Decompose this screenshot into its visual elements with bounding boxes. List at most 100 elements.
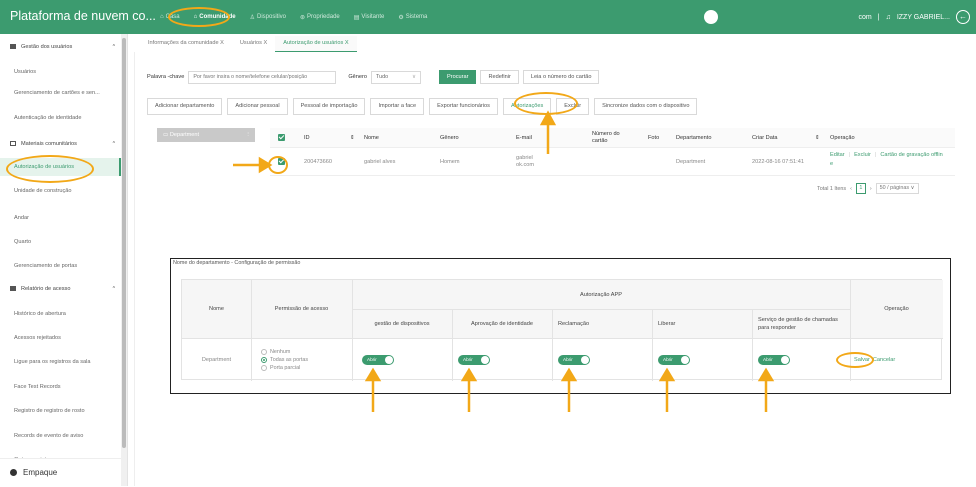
- sort-icon[interactable]: ⇕: [350, 128, 355, 147]
- sidebar-item-doors[interactable]: Gerenciamento de portas: [0, 257, 121, 275]
- toggle-calls[interactable]: Abrir: [758, 354, 790, 365]
- sidebar-item-cards[interactable]: Gerenciamento de cartões e sen...: [0, 84, 121, 102]
- chevron-up-icon: ^: [112, 141, 115, 147]
- col-photo: Foto: [648, 134, 660, 141]
- total-count: Total 1 Itens: [817, 185, 847, 192]
- sidebar-item-room[interactable]: Quarto: [0, 233, 121, 251]
- nav-casa[interactable]: ⌂ Casa: [160, 14, 180, 20]
- page-tabs: Informações da comunidade X Usuários X A…: [140, 36, 357, 52]
- tab-community-info[interactable]: Informações da comunidade X: [140, 36, 232, 52]
- offline-card-link[interactable]: Cartão de gravação offlin: [880, 152, 942, 158]
- page-number[interactable]: 1: [855, 183, 866, 194]
- nav-visitante[interactable]: ▤ Visitante: [354, 14, 385, 21]
- save-button[interactable]: Salvar: [854, 357, 870, 363]
- logout-icon[interactable]: ←: [956, 10, 970, 24]
- edit-link[interactable]: Editar: [830, 152, 845, 158]
- col-created[interactable]: Criar Data: [752, 128, 778, 147]
- row-checkbox[interactable]: [278, 148, 285, 175]
- tab-users[interactable]: Usuários X: [232, 36, 275, 52]
- device-icon: ♙: [249, 14, 255, 21]
- cell-email: gabriel ok.com: [516, 154, 535, 168]
- select-all-checkbox[interactable]: [278, 128, 285, 147]
- more-icon[interactable]: ⋮: [245, 128, 251, 142]
- export-staff-button[interactable]: Exportar funcionários: [429, 98, 498, 115]
- sort-icon[interactable]: ⇕: [815, 128, 820, 147]
- permission-table: Nome Permissão de acesso Autorização APP…: [181, 279, 943, 381]
- bell-icon[interactable]: ♫: [886, 14, 891, 21]
- main-nav: ⌂ Casa ⌂ Comunidade ♙ Dispositivo ⊛ Propried…: [160, 0, 427, 34]
- toggle-devices[interactable]: Abrir: [362, 354, 394, 365]
- cancel-button[interactable]: Cancelar: [873, 357, 895, 363]
- delete-link[interactable]: Excluir: [854, 152, 871, 158]
- toggle-identity[interactable]: Abrir: [458, 354, 490, 365]
- sidebar-item-user-authorization[interactable]: Autorização de usuários: [0, 158, 121, 176]
- avatar-icon[interactable]: [704, 10, 718, 24]
- radio-all-doors[interactable]: Todas as portas: [261, 356, 308, 363]
- sync-device-button[interactable]: Sincronize dados com o dispositivo: [594, 98, 698, 115]
- next-page-icon[interactable]: ›: [870, 186, 872, 192]
- sidebar-item-warning-events[interactable]: Records de evento de aviso: [0, 427, 121, 445]
- read-card-button[interactable]: Leia o número do cartão: [522, 70, 600, 84]
- close-icon[interactable]: X: [220, 40, 224, 46]
- import-staff-button[interactable]: Pessoal de importação: [292, 98, 366, 115]
- delete-button[interactable]: Excluir: [556, 98, 590, 115]
- cell-name: gabriel alves: [364, 158, 396, 165]
- sidebar-item-floor[interactable]: Andar: [0, 209, 121, 227]
- add-staff-button[interactable]: Adicionar pessoal: [227, 98, 288, 115]
- table-header: ID ⇕ Nome Gênero E-mail Número do cartão…: [270, 128, 955, 148]
- sidebar-item-open-history[interactable]: Histórico de abertura: [0, 305, 121, 323]
- scrollbar-thumb[interactable]: [122, 38, 126, 448]
- col-name[interactable]: Nome: [364, 128, 379, 147]
- sidebar-item-face-log[interactable]: Registro de registro de rosto: [0, 402, 121, 420]
- sidebar-item-identity[interactable]: Autenticação de identidade: [0, 109, 121, 127]
- keyword-input[interactable]: [188, 70, 337, 84]
- nav-propriedade[interactable]: ⊛ Propriedade: [300, 14, 340, 21]
- sidebar-item-building[interactable]: Unidade de construção: [0, 182, 121, 200]
- offline-card-link-wrap[interactable]: e: [830, 159, 833, 169]
- status-dot-icon: [10, 469, 17, 477]
- cell-operations: Editar | Excluir | Cartão de gravação offl…: [830, 152, 943, 158]
- nav-comunidade[interactable]: ⌂ Comunidade: [194, 14, 236, 20]
- user-name[interactable]: IZZY GABRIEL...: [897, 14, 950, 21]
- chevron-up-icon: ^: [112, 286, 115, 292]
- sidebar-group-materials[interactable]: Materiais comunitários ^: [0, 135, 121, 153]
- property-icon: ⊛: [300, 14, 306, 21]
- page-size-select[interactable]: 50 / páginas ∨: [875, 183, 919, 194]
- add-department-button[interactable]: Adicionar departamento: [147, 98, 223, 115]
- search-button[interactable]: Procurar: [438, 70, 477, 84]
- sidebar-item-usuarios[interactable]: Usuários: [0, 63, 121, 81]
- table-row[interactable]: 200473660 gabriel alves Homem gabriel ok…: [270, 148, 955, 176]
- nav-dispositivo[interactable]: ♙ Dispositivo: [250, 14, 286, 21]
- nav-sistema[interactable]: ⚙ Sistema: [398, 14, 427, 21]
- sidebar-item-room-calls[interactable]: Ligue para os registros da sala: [0, 353, 121, 371]
- sidebar-footer[interactable]: Empaque: [0, 458, 121, 486]
- department-tree-node[interactable]: ▭ Department ⋮: [157, 128, 255, 142]
- tab-user-authorization[interactable]: Autorização de usuários X: [275, 36, 357, 52]
- import-face-button[interactable]: Importar a face: [370, 98, 425, 115]
- radio-none[interactable]: Nenhum: [261, 348, 290, 355]
- sidebar-item-rejected[interactable]: Acessos rejeitados: [0, 329, 121, 347]
- report-icon: [10, 286, 16, 292]
- sidebar-item-face-test[interactable]: Face Test Records: [0, 378, 121, 396]
- toggle-release[interactable]: Abrir: [658, 354, 690, 365]
- close-icon[interactable]: X: [264, 40, 268, 46]
- community-icon: ⌂: [193, 14, 198, 20]
- separator: |: [877, 13, 880, 21]
- reset-button[interactable]: Redefinir: [480, 70, 519, 84]
- sidebar-group-users[interactable]: Gestão dos usuários ^: [0, 38, 121, 56]
- folder-icon: ▭: [163, 132, 170, 138]
- sidebar-group-access-report[interactable]: Relatório de acesso ^: [0, 280, 121, 298]
- col-id[interactable]: ID: [304, 128, 310, 147]
- chevron-down-icon: ∨: [910, 185, 915, 191]
- radio-partial-door[interactable]: Porta parcial: [261, 364, 300, 371]
- prev-page-icon[interactable]: ‹: [850, 186, 852, 192]
- chevron-down-icon: ∨: [412, 73, 416, 80]
- close-icon[interactable]: X: [345, 40, 349, 46]
- authorizations-button[interactable]: Autorizações: [502, 98, 552, 115]
- header-operation: Operação: [884, 306, 909, 312]
- sidebar-scrollbar[interactable]: [121, 34, 127, 486]
- toggle-complaint[interactable]: Abrir: [558, 354, 590, 365]
- permission-title: Nome do departamento - Configuração de p…: [173, 260, 301, 266]
- cell-department: Department: [676, 158, 706, 165]
- gender-select[interactable]: Tudo ∨: [370, 70, 421, 84]
